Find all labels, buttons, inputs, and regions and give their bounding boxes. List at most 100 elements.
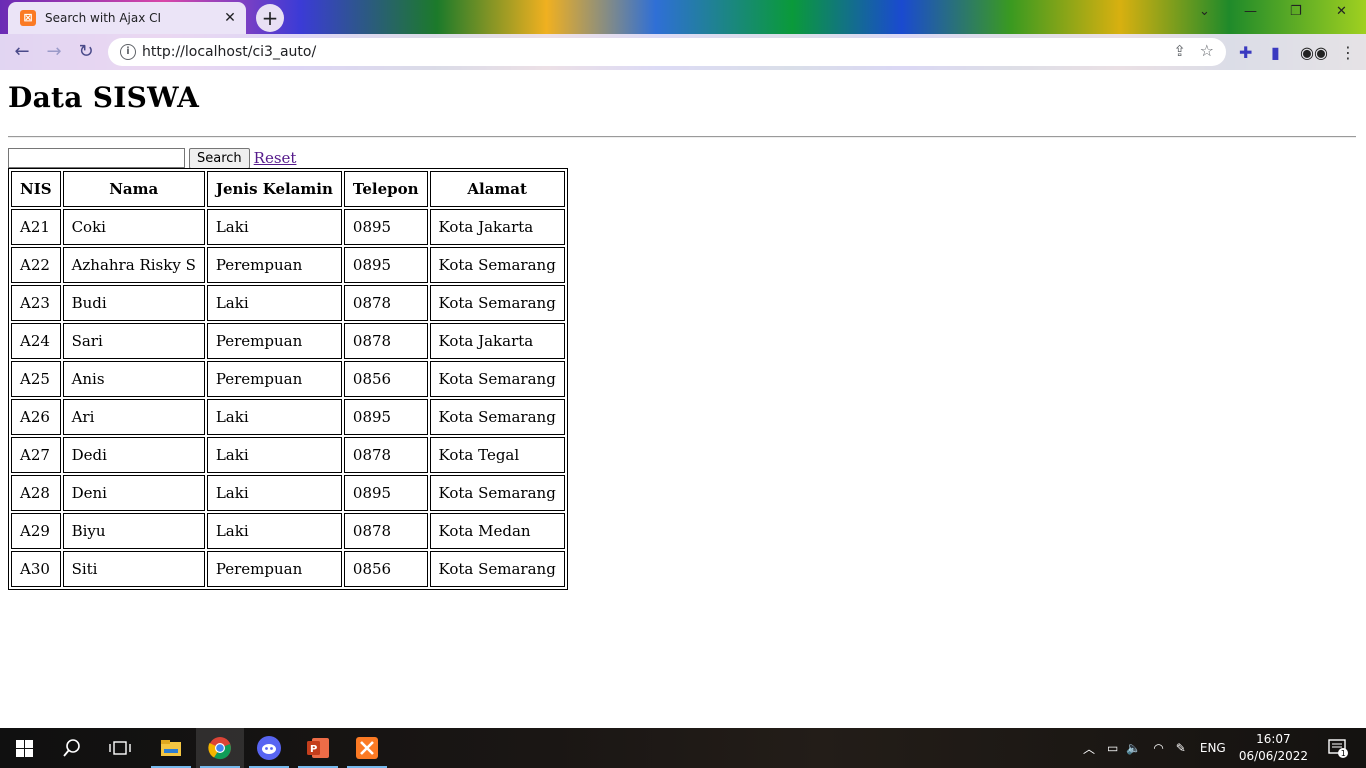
reset-link[interactable]: Reset — [254, 149, 297, 167]
close-tab-icon[interactable]: ✕ — [220, 8, 240, 28]
tab-strip: ⊠ Search with Ajax CI ✕ + ⌄ — ❐ ✕ — [0, 0, 1366, 34]
side-panel-icon[interactable]: ▮ — [1271, 43, 1280, 62]
table-cell: Perempuan — [206, 247, 342, 283]
clock[interactable]: 16:07 06/06/2022 — [1239, 731, 1308, 765]
xampp-icon[interactable] — [343, 728, 391, 768]
profile-avatar-icon[interactable]: ◉◉ — [1300, 43, 1328, 62]
table-cell: Coki — [62, 209, 205, 245]
table-cell: Sari — [62, 323, 205, 359]
table-cell: A29 — [11, 513, 61, 549]
svg-text:P: P — [310, 744, 317, 755]
table-cell: 0895 — [343, 247, 428, 283]
powerpoint-icon[interactable]: P — [294, 728, 342, 768]
info-icon[interactable]: i — [120, 44, 136, 60]
url-text[interactable]: http://localhost/ci3_auto/ — [142, 44, 316, 60]
search-input[interactable] — [8, 148, 185, 168]
table-cell: Anis — [62, 361, 205, 397]
table-cell: Kota Semarang — [429, 247, 565, 283]
new-tab-button[interactable]: + — [256, 4, 284, 32]
table-cell: Perempuan — [206, 361, 342, 397]
search-form: Search Reset — [8, 147, 296, 169]
notification-center-icon[interactable]: 1 — [1318, 728, 1358, 768]
start-button[interactable] — [0, 728, 48, 768]
students-table: NIS Nama Jenis Kelamin Telepon Alamat A21 Cok… — [8, 168, 568, 590]
table-cell: Dedi — [62, 437, 205, 473]
wifi-icon[interactable]: ◠ — [1153, 741, 1163, 755]
table-cell: A28 — [11, 475, 61, 511]
table-cell: A22 — [11, 247, 61, 283]
table-cell: Kota Jakarta — [429, 323, 565, 359]
table-cell: 0895 — [343, 209, 428, 245]
table-cell: 0878 — [343, 437, 428, 473]
task-view-icon[interactable] — [96, 728, 144, 768]
tab-title: Search with Ajax CI — [45, 11, 162, 25]
volume-icon[interactable]: 🔈 — [1126, 741, 1141, 755]
table-cell: Kota Semarang — [429, 475, 565, 511]
column-header: Alamat — [429, 171, 565, 207]
table-row: A30 Siti Perempuan 0856 Kota Semarang — [11, 551, 565, 587]
restore-icon[interactable]: ❐ — [1290, 4, 1302, 19]
system-tray: ︿ ▭ 🔈 ◠ ✎ ENG — [1083, 728, 1226, 768]
table-cell: Laki — [206, 475, 342, 511]
page-content: Data SISWA Search Reset NIS Nama Jenis Kel… — [0, 70, 1366, 728]
table-row: A23 Budi Laki 0878 Kota Semarang — [11, 285, 565, 321]
chevron-down-icon[interactable]: ⌄ — [1199, 4, 1210, 19]
table-cell: Laki — [206, 513, 342, 549]
pen-icon[interactable]: ✎ — [1176, 741, 1186, 755]
clock-date: 06/06/2022 — [1238, 749, 1308, 763]
xampp-favicon-icon: ⊠ — [20, 10, 36, 26]
search-icon[interactable] — [48, 728, 96, 768]
table-cell: Laki — [206, 437, 342, 473]
windows-logo-icon — [15, 739, 33, 757]
windows-taskbar: P ︿ ▭ 🔈 ◠ ✎ ENG 16:07 06/06/2022 1 — [0, 728, 1366, 768]
menu-icon[interactable]: ⋮ — [1340, 43, 1356, 62]
language-indicator[interactable]: ENG — [1200, 741, 1226, 755]
table-cell: Laki — [206, 285, 342, 321]
table-cell: A27 — [11, 437, 61, 473]
page-title: Data SISWA — [8, 81, 200, 114]
table-cell: Budi — [62, 285, 205, 321]
table-cell: Kota Medan — [429, 513, 565, 549]
table-row: A29 Biyu Laki 0878 Kota Medan — [11, 513, 565, 549]
discord-icon[interactable] — [245, 728, 293, 768]
address-bar[interactable]: i http://localhost/ci3_auto/ ⇪ ☆ — [108, 38, 1226, 66]
search-button[interactable]: Search — [189, 147, 250, 169]
battery-icon[interactable]: ▭ — [1107, 741, 1118, 755]
table-cell: 0856 — [343, 361, 428, 397]
browser-tab[interactable]: ⊠ Search with Ajax CI ✕ — [8, 2, 246, 34]
reload-icon[interactable]: ↻ — [74, 41, 98, 63]
table-cell: Kota Semarang — [429, 551, 565, 587]
table-header-row: NIS Nama Jenis Kelamin Telepon Alamat — [11, 171, 565, 207]
file-explorer-icon[interactable] — [147, 728, 195, 768]
table-cell: Kota Tegal — [429, 437, 565, 473]
table-row: A25 Anis Perempuan 0856 Kota Semarang — [11, 361, 565, 397]
close-window-icon[interactable]: ✕ — [1336, 4, 1347, 19]
table-cell: Laki — [206, 399, 342, 435]
table-cell: Deni — [62, 475, 205, 511]
divider — [8, 136, 1356, 138]
browser-toolbar: ← → ↻ i http://localhost/ci3_auto/ ⇪ ☆ ✚… — [0, 34, 1366, 70]
table-cell: 0895 — [343, 399, 428, 435]
table-cell: 0878 — [343, 285, 428, 321]
table-cell: Azhahra Risky S — [62, 247, 205, 283]
table-cell: A30 — [11, 551, 61, 587]
notification-count: 1 — [1341, 749, 1346, 758]
table-row: A26 Ari Laki 0895 Kota Semarang — [11, 399, 565, 435]
table-cell: 0895 — [343, 475, 428, 511]
column-header: Nama — [62, 171, 205, 207]
extensions-icon[interactable]: ✚ — [1239, 43, 1252, 62]
chrome-icon[interactable] — [196, 728, 244, 768]
table-cell: Kota Semarang — [429, 285, 565, 321]
table-cell: Perempuan — [206, 323, 342, 359]
browser-chrome: ⊠ Search with Ajax CI ✕ + ⌄ — ❐ ✕ ← → ↻ … — [0, 0, 1366, 70]
back-icon[interactable]: ← — [10, 41, 34, 63]
bookmark-star-icon[interactable]: ☆ — [1200, 41, 1214, 60]
forward-icon[interactable]: → — [42, 41, 66, 63]
share-icon[interactable]: ⇪ — [1173, 42, 1186, 60]
show-hidden-icons-chevron-icon[interactable]: ︿ — [1083, 740, 1095, 757]
minimize-icon[interactable]: — — [1244, 4, 1257, 19]
table-cell: 0856 — [343, 551, 428, 587]
table-row: A24 Sari Perempuan 0878 Kota Jakarta — [11, 323, 565, 359]
table-cell: A21 — [11, 209, 61, 245]
table-cell: A24 — [11, 323, 61, 359]
